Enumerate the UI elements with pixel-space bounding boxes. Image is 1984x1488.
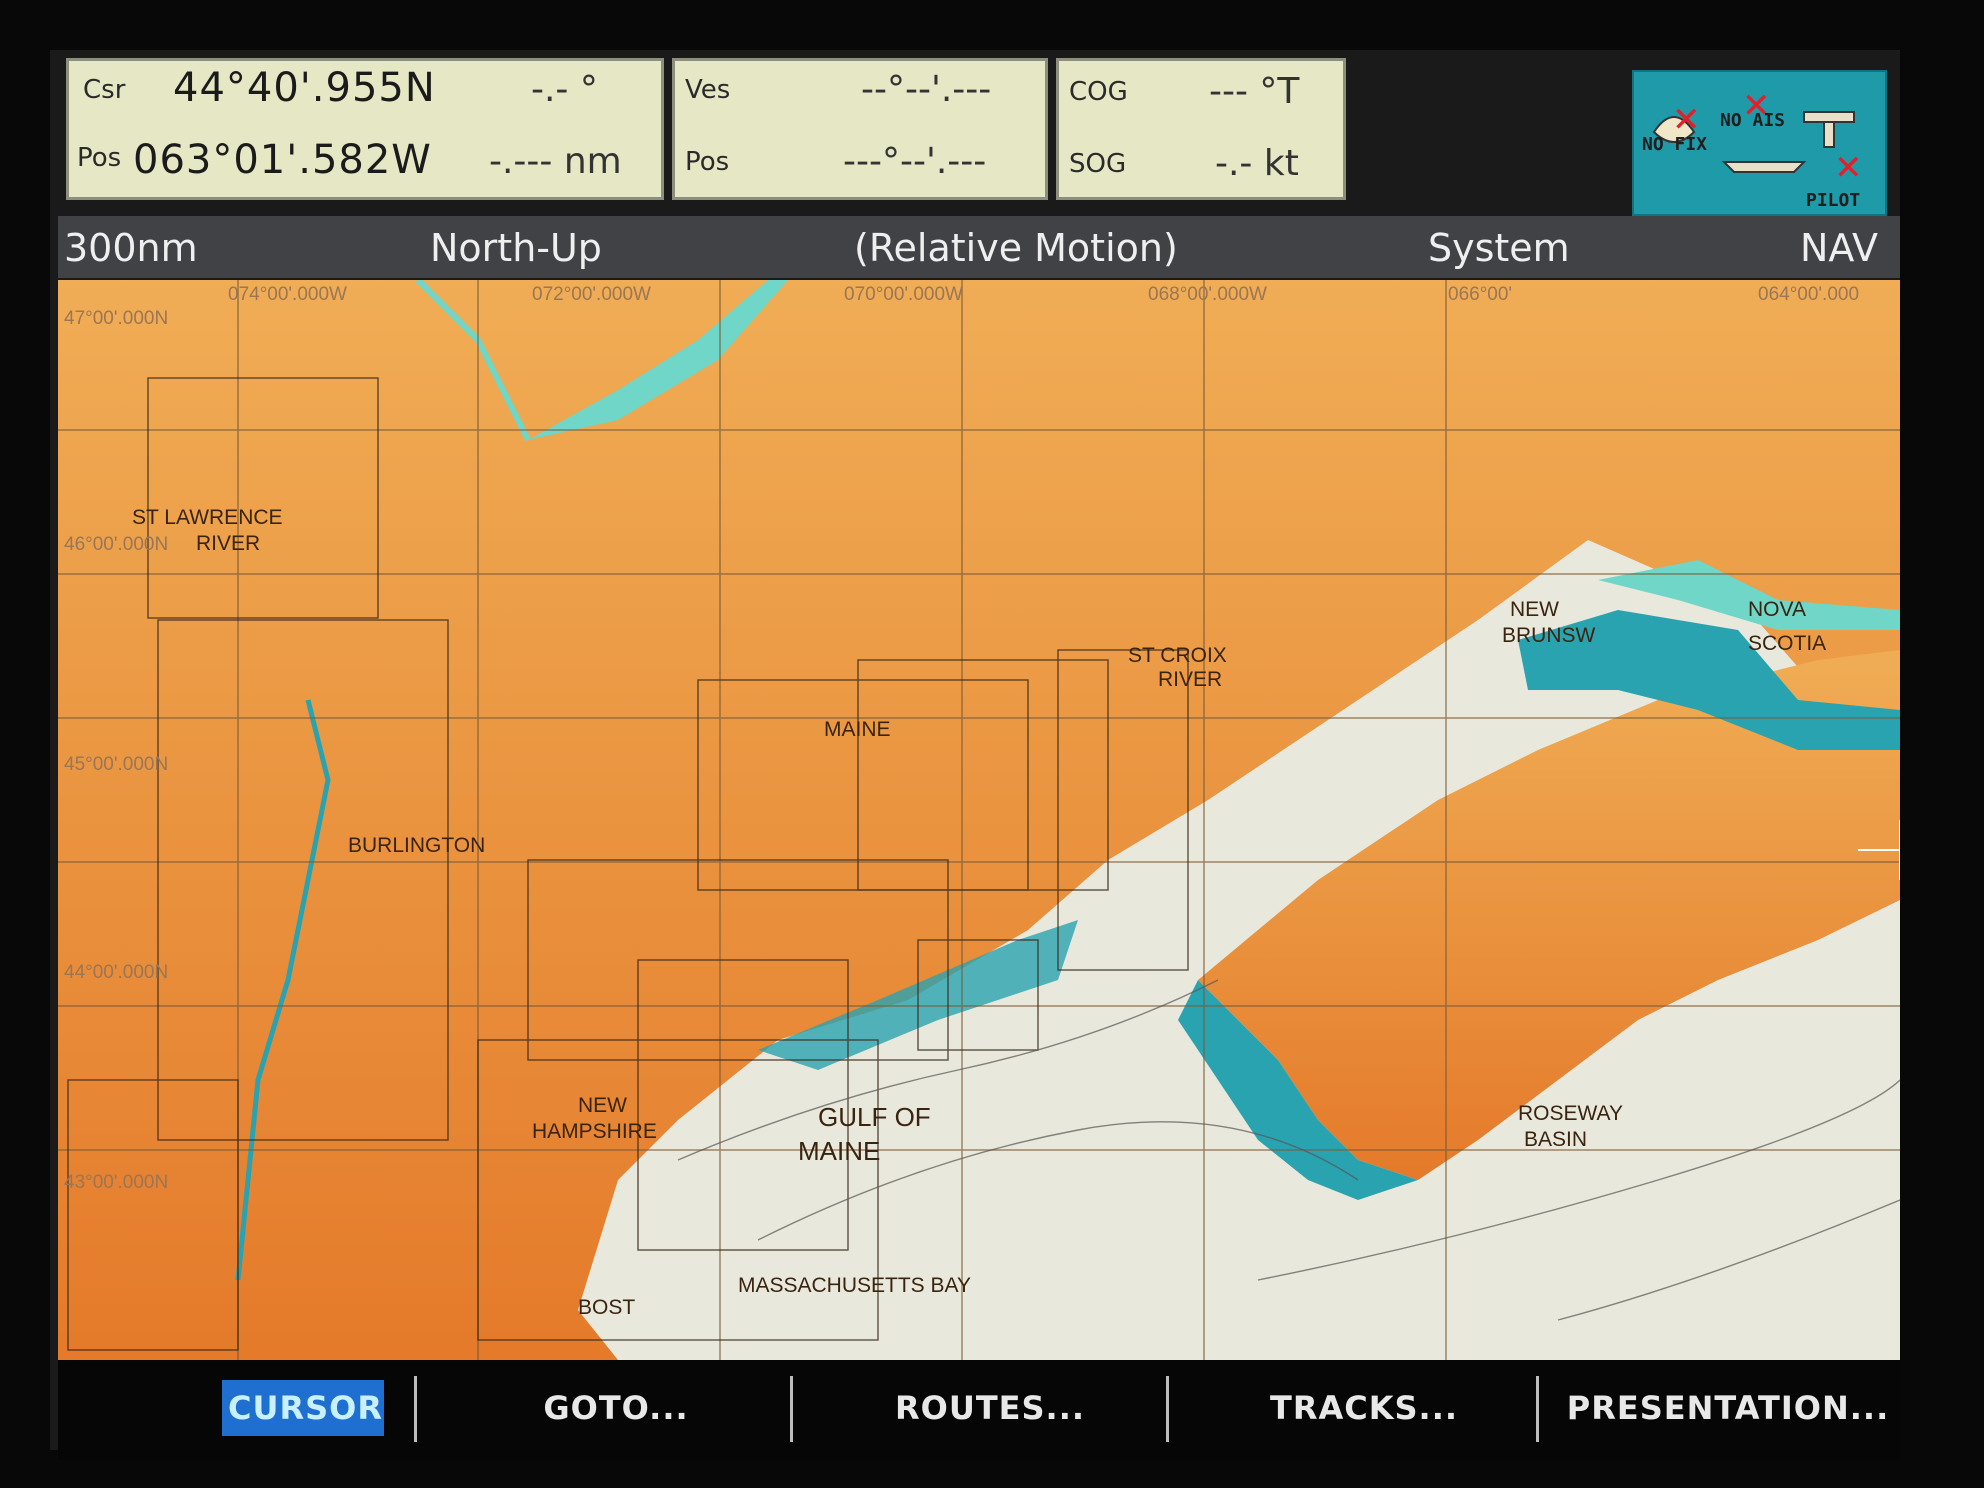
label-new-hampshire-2: HAMPSHIRE: [532, 1120, 657, 1143]
cog-value: --- °T: [1209, 71, 1300, 112]
tracks-softkey[interactable]: TRACKS...: [1194, 1380, 1534, 1436]
label-basin: BASIN: [1524, 1128, 1587, 1151]
no-fix-label: NO FIX: [1642, 134, 1708, 155]
softkey-divider: [414, 1376, 417, 1442]
lat-label-45: 45°00'.000N: [64, 754, 168, 775]
label-nova: NOVA: [1748, 598, 1806, 621]
chart-info-bar: 300nm North-Up (Relative Motion) System …: [58, 216, 1900, 278]
lat-label-47: 47°00'.000N: [64, 308, 168, 329]
cursor-softkey[interactable]: CURSOR: [222, 1380, 384, 1436]
label-gulf-of: GULF OF: [818, 1102, 931, 1132]
lon-label-074: 074°00'.000W: [228, 284, 347, 305]
label-st-lawrence: ST LAWRENCE: [132, 506, 283, 529]
label-mass-bay: MASSACHUSETTS BAY: [738, 1274, 971, 1297]
lon-label-066: 066°00': [1448, 284, 1512, 305]
lon-label-070: 070°00'.000W: [844, 284, 963, 305]
softkey-bar: CURSOR GOTO... ROUTES... TRACKS... PRESE…: [58, 1360, 1900, 1460]
lat-label-44: 44°00'.000N: [64, 962, 168, 983]
vessel-position-panel[interactable]: Ves --°--'.--- Pos ---°--'.---: [672, 58, 1048, 200]
pilot-label: PILOT: [1806, 190, 1861, 211]
goto-softkey[interactable]: GOTO...: [446, 1380, 786, 1436]
chart-canvas[interactable]: 074°00'.000W 072°00'.000W 070°00'.000W 0…: [58, 277, 1901, 1360]
presentation-softkey[interactable]: PRESENTATION...: [1558, 1380, 1898, 1436]
label-burlington: BURLINGTON: [348, 834, 485, 857]
label-new-brunswick: NEW: [1510, 598, 1559, 621]
lat-label-46: 46°00'.000N: [64, 534, 168, 555]
nautical-chart[interactable]: 074°00'.000W 072°00'.000W 070°00'.000W 0…: [58, 277, 1901, 1360]
sog-label: SOG: [1069, 149, 1127, 179]
softkey-divider: [1536, 1376, 1539, 1442]
cursor-position-panel[interactable]: Csr 44°40'.955N -.- ° Pos 063°01'.582W -…: [66, 58, 664, 200]
lon-label-072: 072°00'.000W: [532, 284, 651, 305]
autopilot-icon: [1803, 111, 1855, 148]
lon-label-068: 068°00'.000W: [1148, 284, 1267, 305]
datum-label: System: [1428, 226, 1570, 270]
label-boston: BOST: [578, 1296, 635, 1319]
orientation-mode[interactable]: North-Up: [430, 226, 602, 270]
vessel-longitude: ---°--'.---: [843, 141, 987, 182]
label-new-brunswick-2: BRUNSW: [1502, 624, 1596, 647]
routes-softkey[interactable]: ROUTES...: [820, 1380, 1160, 1436]
label-st-croix-river: RIVER: [1158, 668, 1222, 691]
ves-label: Ves: [685, 75, 731, 105]
cursor-latitude: 44°40'.955N: [173, 65, 436, 111]
label-gulf-maine: MAINE: [798, 1136, 880, 1166]
softkey-divider: [790, 1376, 793, 1442]
lat-label-43: 43°00'.000N: [64, 1172, 168, 1193]
pilot-x-icon: ✕: [1834, 148, 1863, 188]
label-river: RIVER: [196, 532, 260, 555]
sog-value: -.- kt: [1215, 143, 1299, 184]
softkey-divider: [1166, 1376, 1169, 1442]
range-scale[interactable]: 300nm: [64, 226, 198, 270]
label-st-croix: ST CROIX: [1128, 644, 1227, 667]
cog-label: COG: [1069, 77, 1128, 107]
label-maine: MAINE: [824, 718, 891, 741]
lon-label-064: 064°00'.000: [1758, 284, 1859, 305]
csr-label: Csr: [83, 75, 126, 105]
motion-mode[interactable]: (Relative Motion): [854, 226, 1178, 270]
cursor-longitude: 063°01'.582W: [133, 137, 432, 183]
label-roseway: ROSEWAY: [1518, 1102, 1623, 1125]
label-new-hampshire: NEW: [578, 1094, 627, 1117]
cursor-bearing: -.- °: [531, 69, 598, 110]
vessel-pos-label: Pos: [685, 147, 730, 177]
pos-label: Pos: [77, 143, 122, 173]
label-scotia: SCOTIA: [1748, 632, 1826, 655]
cursor-range: -.--- nm: [489, 141, 622, 182]
vessel-latitude: --°--'.---: [861, 69, 992, 110]
status-icons-panel[interactable]: ✕ ✕ ✕ NO FIX NO AIS PILOT: [1632, 70, 1887, 216]
no-ais-label: NO AIS: [1720, 110, 1786, 131]
nav-mode: NAV: [1800, 226, 1878, 270]
course-speed-panel[interactable]: COG --- °T SOG -.- kt: [1056, 58, 1346, 200]
boat-icon: [1721, 161, 1807, 173]
